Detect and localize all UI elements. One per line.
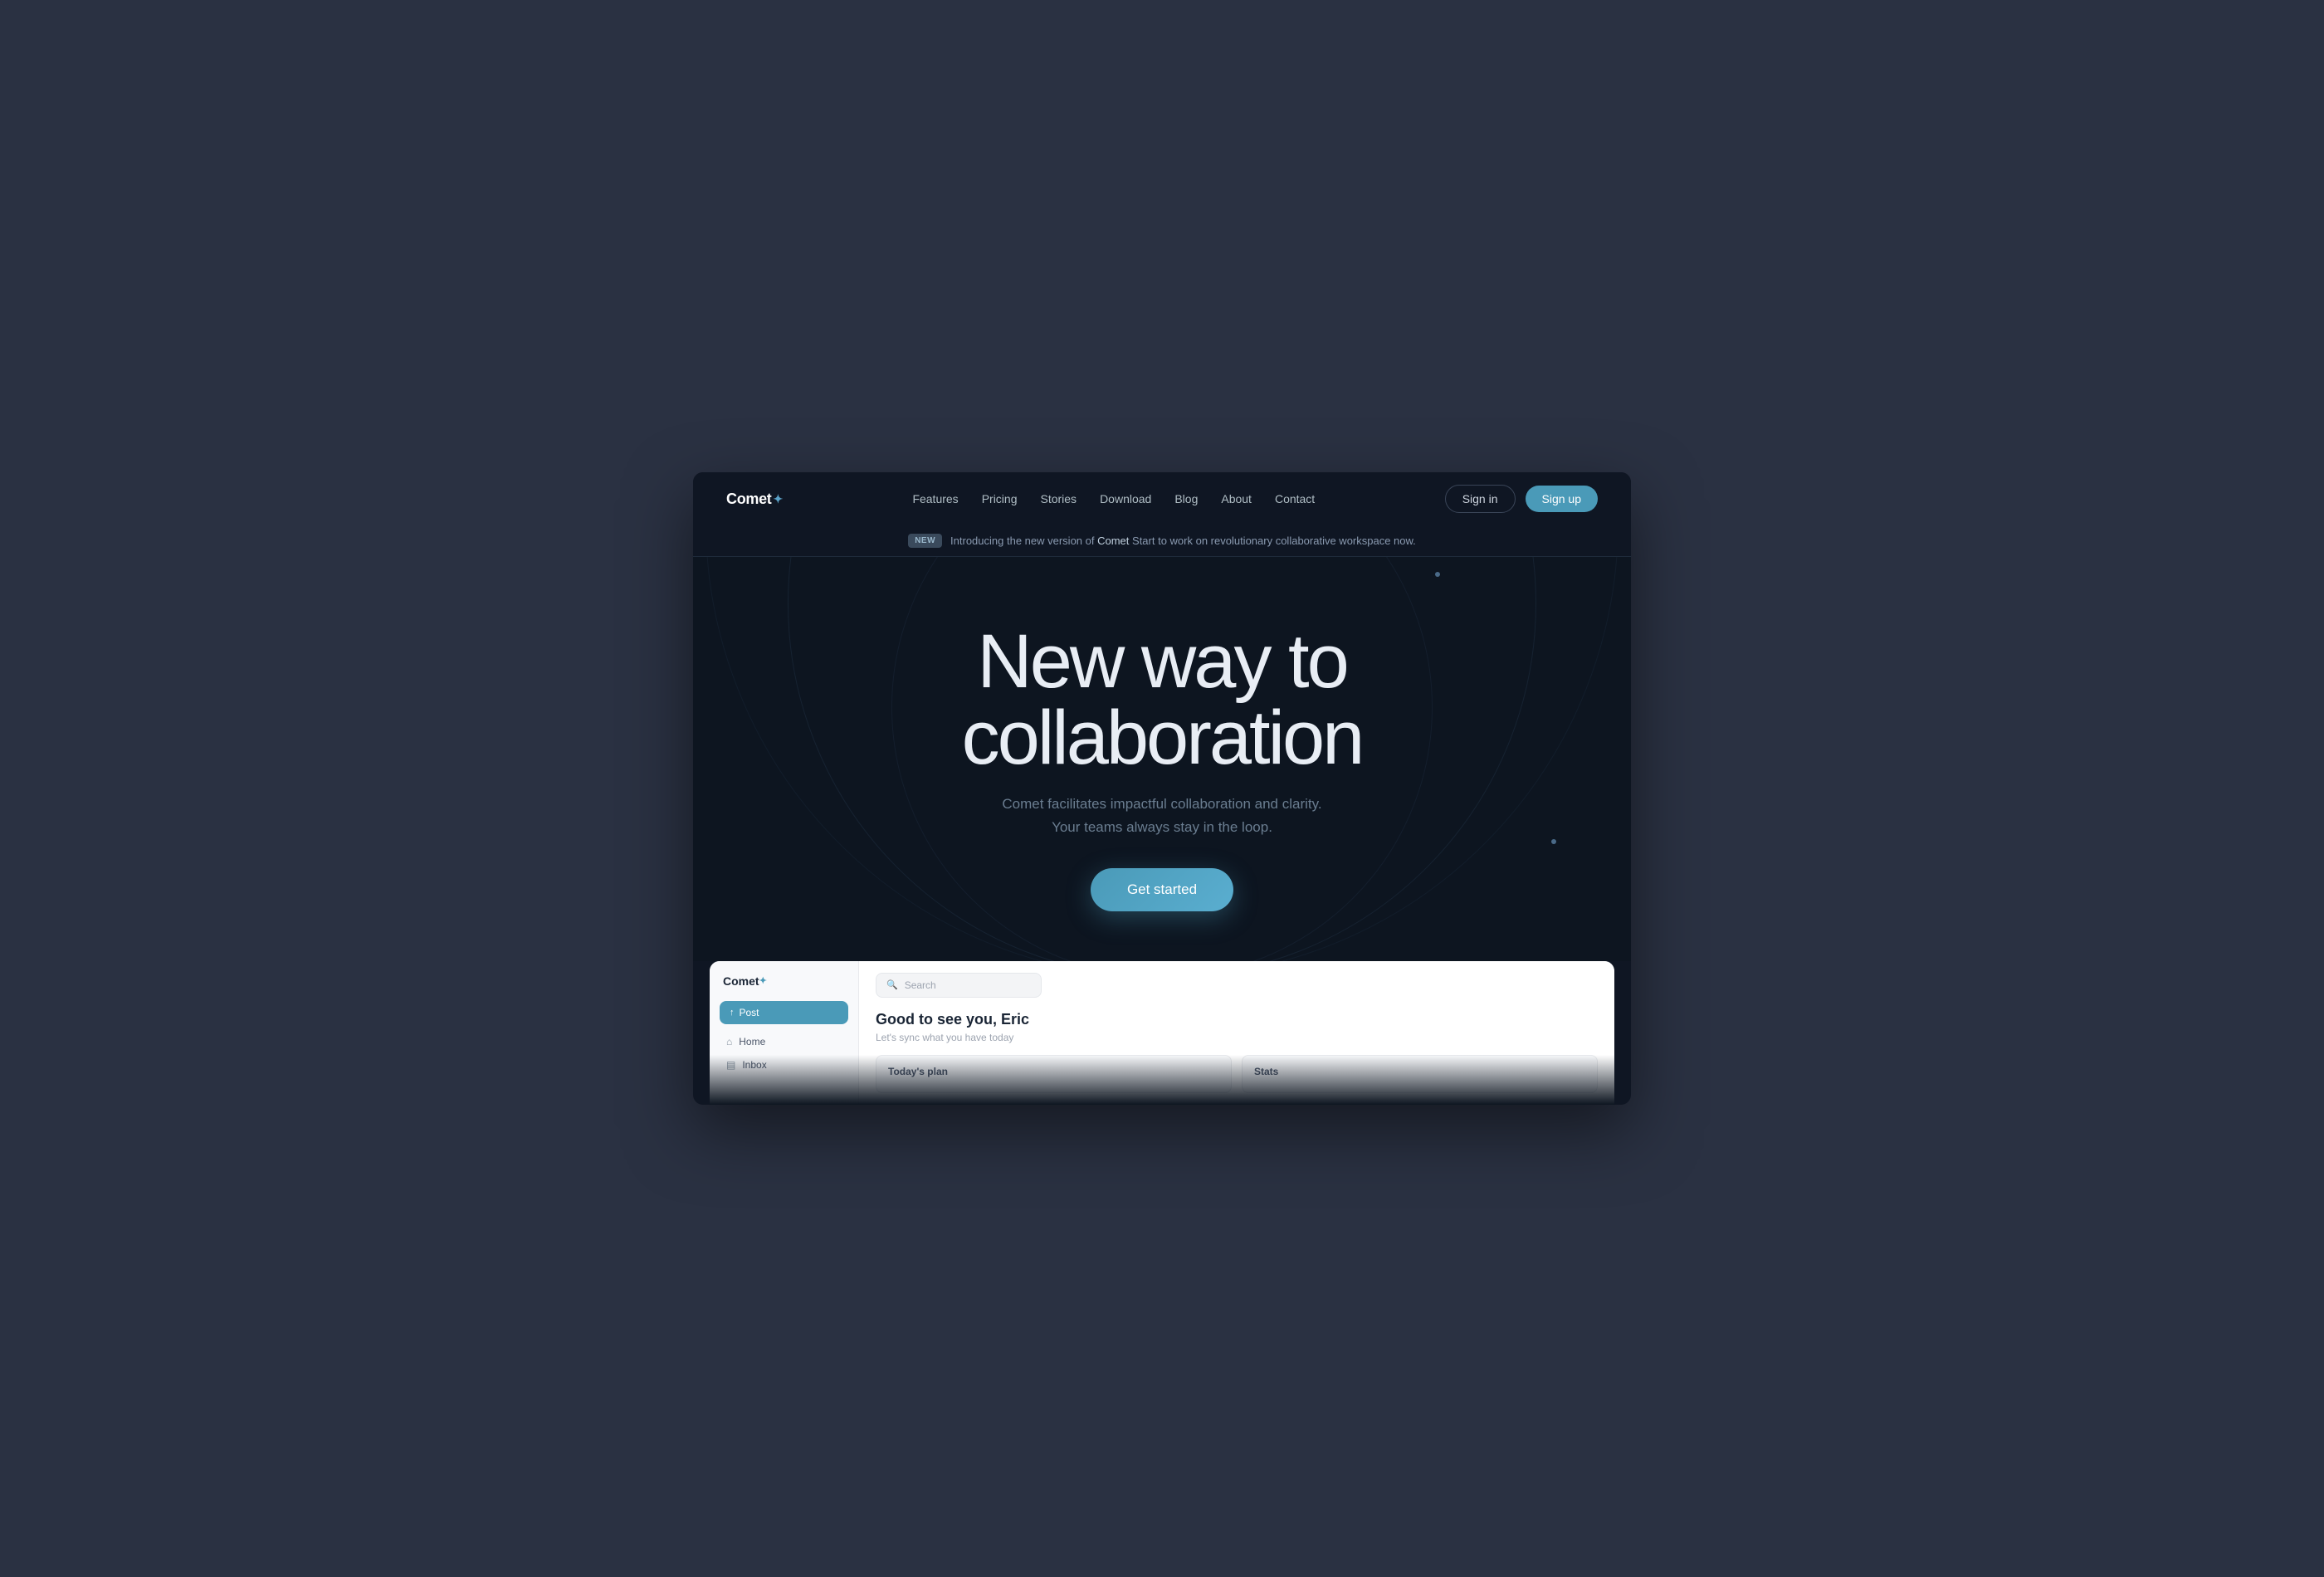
today-plan-title: Today's plan	[888, 1066, 1219, 1077]
dot-decoration-top	[1435, 572, 1440, 577]
nav-stories[interactable]: Stories	[1040, 492, 1077, 505]
today-plan-card: Today's plan	[876, 1055, 1232, 1093]
inbox-label: Inbox	[742, 1059, 766, 1071]
inbox-icon: ▤	[726, 1059, 735, 1071]
home-icon: ⌂	[726, 1036, 732, 1047]
nav-links: Features Pricing Stories Download Blog A…	[912, 492, 1315, 505]
app-sidebar: Comet✦ ↑ Post ⌂ Home ▤ Inbox	[710, 961, 859, 1105]
logo-text: Comet	[726, 491, 772, 508]
announcement-after: Start to work on revolutionary collabora…	[1129, 535, 1415, 547]
nav-features[interactable]: Features	[912, 492, 958, 505]
browser-window: Comet✦ Features Pricing Stories Download…	[693, 472, 1631, 1104]
hero-subtitle-line2: Your teams always stay in the loop.	[1052, 819, 1272, 835]
app-preview-logo: Comet✦	[720, 974, 848, 988]
app-logo-star: ✦	[759, 975, 767, 986]
announcement-brand: Comet	[1097, 535, 1129, 547]
greeting-title: Good to see you, Eric	[876, 1011, 1598, 1028]
stats-card: Stats	[1242, 1055, 1598, 1093]
hero-title: New way to collaboration	[962, 623, 1363, 776]
app-logo-text: Comet	[723, 974, 759, 988]
hero-section: New way to collaboration Comet facilitat…	[693, 557, 1631, 960]
search-bar[interactable]: 🔍 Search	[876, 973, 1042, 998]
sidebar-item-inbox[interactable]: ▤ Inbox	[720, 1054, 848, 1076]
new-badge: NEW	[908, 534, 942, 548]
announcement-text: Introducing the new version of Comet Sta…	[950, 535, 1416, 547]
upload-icon: ↑	[730, 1008, 735, 1018]
app-cards: Today's plan Stats	[876, 1055, 1598, 1093]
greeting-subtitle: Let's sync what you have today	[876, 1032, 1598, 1043]
nav-contact[interactable]: Contact	[1275, 492, 1315, 505]
navbar: Comet✦ Features Pricing Stories Download…	[693, 472, 1631, 525]
nav-blog[interactable]: Blog	[1174, 492, 1198, 505]
search-placeholder: Search	[905, 979, 936, 991]
sign-up-button[interactable]: Sign up	[1526, 486, 1598, 512]
home-label: Home	[739, 1036, 765, 1047]
dot-decoration-mid	[1551, 839, 1556, 844]
app-preview: Comet✦ ↑ Post ⌂ Home ▤ Inbox 🔍 Search Go…	[710, 961, 1614, 1105]
post-label: Post	[740, 1007, 759, 1018]
nav-download[interactable]: Download	[1100, 492, 1151, 505]
nav-pricing[interactable]: Pricing	[982, 492, 1018, 505]
logo-star: ✦	[774, 492, 783, 506]
nav-about[interactable]: About	[1221, 492, 1252, 505]
post-button[interactable]: ↑ Post	[720, 1001, 848, 1024]
get-started-button[interactable]: Get started	[1091, 868, 1233, 911]
stats-title: Stats	[1254, 1066, 1585, 1077]
hero-subtitle: Comet facilitates impactful collaboratio…	[1002, 793, 1321, 837]
hero-title-line1: New way to	[977, 619, 1347, 704]
hero-subtitle-line1: Comet facilitates impactful collaboratio…	[1002, 796, 1321, 812]
announcement-bar: NEW Introducing the new version of Comet…	[693, 525, 1631, 557]
search-icon: 🔍	[886, 979, 898, 990]
hero-title-line2: collaboration	[962, 696, 1363, 780]
nav-actions: Sign in Sign up	[1445, 485, 1598, 513]
app-main-content: 🔍 Search Good to see you, Eric Let's syn…	[859, 961, 1614, 1105]
sidebar-item-home[interactable]: ⌂ Home	[720, 1031, 848, 1052]
announcement-before: Introducing the new version of	[950, 535, 1097, 547]
logo[interactable]: Comet✦	[726, 491, 783, 508]
sign-in-button[interactable]: Sign in	[1445, 485, 1516, 513]
